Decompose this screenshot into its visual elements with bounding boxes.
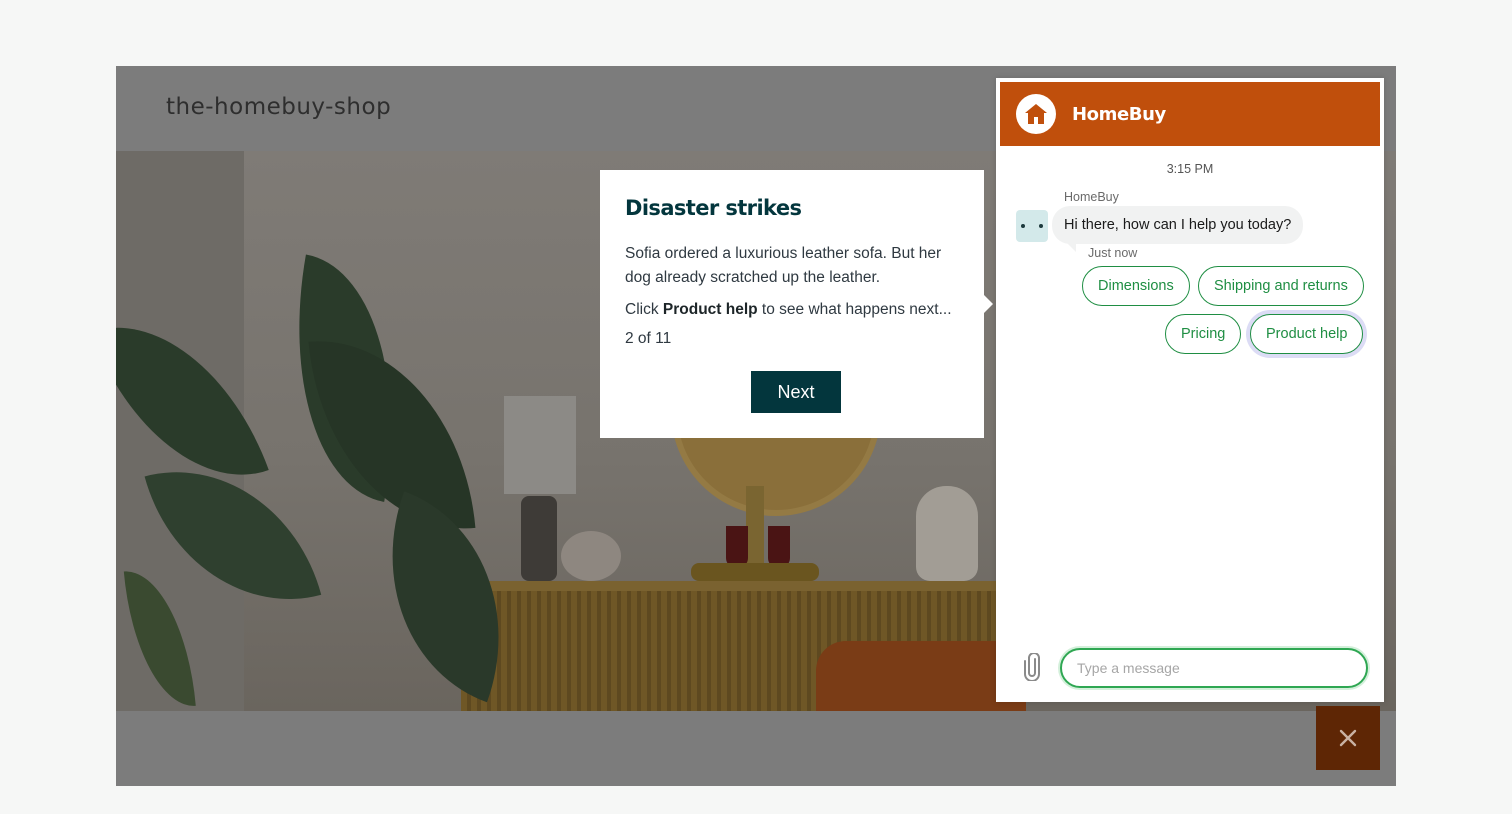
tour-popover: Disaster strikes Sofia ordered a luxurio… (600, 170, 993, 438)
chat-header: HomeBuy (1000, 82, 1380, 146)
bot-avatar (1016, 210, 1048, 242)
quick-reply-pricing[interactable]: Pricing (1165, 314, 1242, 354)
message-sender: HomeBuy (1064, 190, 1119, 204)
quick-reply-shipping[interactable]: Shipping and returns (1198, 266, 1364, 306)
quick-reply-dimensions[interactable]: Dimensions (1082, 266, 1190, 306)
message-input[interactable] (1060, 648, 1368, 688)
tour-paragraph: Sofia ordered a luxurious leather sofa. … (625, 245, 942, 286)
next-button[interactable]: Next (751, 371, 841, 413)
message-bubble: Hi there, how can I help you today? (1052, 206, 1304, 244)
chat-timestamp: 3:15 PM (1166, 162, 1214, 176)
site-title: the-homebuy-shop (166, 94, 392, 120)
footer-area (116, 711, 1396, 786)
house-icon (1016, 94, 1056, 134)
chat-widget: HomeBuy 3:15 PM HomeBuy Hi there, how ca… (996, 78, 1384, 702)
tour-highlight: Product help (662, 301, 758, 318)
quick-reply-product-help[interactable]: Product help (1250, 314, 1364, 354)
tour-instruction: Click Product help to see what happens n… (625, 301, 952, 318)
close-chat-button[interactable] (1316, 706, 1380, 770)
message-time: Just now (1088, 246, 1138, 260)
chat-title: HomeBuy (1072, 103, 1166, 125)
tour-step-counter: 2 of 11 (625, 330, 672, 347)
tour-title: Disaster strikes (625, 196, 802, 220)
close-icon (1339, 729, 1357, 747)
paperclip-icon[interactable] (1022, 652, 1042, 682)
